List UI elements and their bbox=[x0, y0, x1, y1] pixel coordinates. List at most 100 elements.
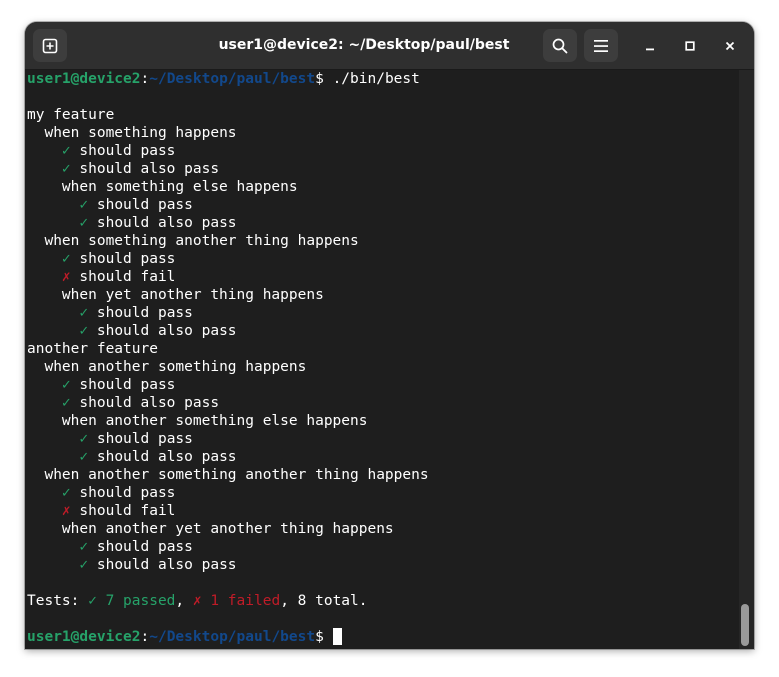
summary-passed: ✓ 7 passed bbox=[88, 593, 176, 609]
output-line-text: should also pass bbox=[70, 161, 220, 177]
prompt-path: ~/Desktop/paul/best bbox=[149, 629, 316, 645]
output-line-text: another feature bbox=[27, 341, 158, 357]
pass-mark-icon: ✓ bbox=[79, 449, 89, 465]
terminal-window: user1@device2: ~/Desktop/paul/best user1… bbox=[25, 22, 754, 649]
output-line: ✓ should also pass bbox=[27, 160, 219, 178]
maximize-icon bbox=[685, 41, 695, 51]
output-line-text: should pass bbox=[70, 377, 176, 393]
output-line-text: when another yet another thing happens bbox=[61, 521, 394, 537]
output-line: ✓ should pass bbox=[27, 484, 176, 502]
minimize-button[interactable] bbox=[637, 33, 663, 59]
command-prompt-line: user1@device2:~/Desktop/paul/best$ ./bin… bbox=[27, 70, 420, 88]
output-line-text: should pass bbox=[88, 305, 193, 321]
window-title: user1@device2: ~/Desktop/paul/best bbox=[218, 37, 510, 53]
output-line: when yet another thing happens bbox=[27, 286, 324, 304]
output-line: ✓ should also pass bbox=[27, 322, 237, 340]
prompt-separator: : bbox=[140, 71, 150, 87]
output-line: when another yet another thing happens bbox=[27, 520, 394, 538]
pass-mark-icon: ✓ bbox=[79, 197, 89, 213]
close-icon bbox=[725, 41, 735, 51]
output-line-text: when another something happens bbox=[44, 359, 307, 375]
output-line: another feature bbox=[27, 340, 158, 358]
maximize-button[interactable] bbox=[677, 33, 703, 59]
prompt-user-host: user1@device2 bbox=[27, 71, 141, 87]
output-line-text: when something happens bbox=[44, 125, 237, 141]
pass-mark-icon: ✓ bbox=[79, 431, 89, 447]
pass-mark-icon: ✓ bbox=[61, 161, 71, 177]
output-line: ✓ should also pass bbox=[27, 556, 237, 574]
pass-mark-icon: ✓ bbox=[79, 557, 89, 573]
new-tab-button[interactable] bbox=[33, 29, 67, 62]
terminal-output[interactable]: user1@device2:~/Desktop/paul/best$ ./bin… bbox=[25, 70, 739, 649]
output-line: ✓ should also pass bbox=[27, 214, 237, 232]
output-line-text: should also pass bbox=[88, 557, 237, 573]
search-icon bbox=[552, 38, 568, 53]
output-line-text: should also pass bbox=[88, 449, 237, 465]
command-text: ./bin/best bbox=[323, 71, 420, 87]
output-line: when another something happens bbox=[27, 358, 306, 376]
output-line-text: my feature bbox=[27, 107, 115, 123]
output-line: my feature bbox=[27, 106, 114, 124]
output-line-text: should fail bbox=[70, 503, 176, 519]
summary-total: , 8 total. bbox=[280, 593, 368, 609]
scrollbar-thumb[interactable] bbox=[741, 604, 749, 646]
search-button[interactable] bbox=[543, 29, 577, 62]
output-line: ✓ should also pass bbox=[27, 394, 219, 412]
pass-mark-icon: ✓ bbox=[61, 251, 71, 267]
output-line: when another something else happens bbox=[27, 412, 368, 430]
output-line: when something happens bbox=[27, 124, 237, 142]
text-cursor bbox=[332, 628, 342, 645]
menu-button[interactable] bbox=[584, 29, 618, 62]
pass-mark-icon: ✓ bbox=[61, 395, 71, 411]
prompt-path: ~/Desktop/paul/best bbox=[149, 71, 316, 87]
pass-mark-icon: ✓ bbox=[79, 305, 89, 321]
output-line-text: should pass bbox=[70, 485, 176, 501]
output-line-text: when something else happens bbox=[61, 179, 298, 195]
output-line: ✓ should pass bbox=[27, 538, 193, 556]
summary-separator: , bbox=[175, 593, 193, 609]
test-summary-line: Tests: ✓ 7 passed, ✗ 1 failed, 8 total. bbox=[27, 592, 368, 610]
pass-mark-icon: ✓ bbox=[79, 323, 89, 339]
active-prompt-line[interactable]: user1@device2:~/Desktop/paul/best$ bbox=[27, 628, 342, 646]
output-line-text: should also pass bbox=[88, 215, 237, 231]
output-line: ✗ should fail bbox=[27, 502, 176, 520]
prompt-separator: : bbox=[140, 629, 150, 645]
output-line-text: should also pass bbox=[88, 323, 237, 339]
output-line-text: should pass bbox=[88, 197, 193, 213]
prompt-user-host: user1@device2 bbox=[27, 629, 141, 645]
pass-mark-icon: ✓ bbox=[79, 539, 89, 555]
output-line-text: should pass bbox=[70, 251, 176, 267]
output-line: when something else happens bbox=[27, 178, 298, 196]
output-line: ✓ should pass bbox=[27, 376, 176, 394]
pass-mark-icon: ✓ bbox=[61, 143, 71, 159]
hamburger-menu-icon bbox=[594, 39, 608, 52]
scrollbar-track[interactable] bbox=[739, 70, 754, 649]
output-line-text: when yet another thing happens bbox=[61, 287, 324, 303]
output-line-text: should also pass bbox=[70, 395, 220, 411]
output-line: ✓ should pass bbox=[27, 142, 176, 160]
new-tab-icon bbox=[42, 38, 58, 53]
prompt-symbol: $ bbox=[315, 629, 324, 645]
title-bar: user1@device2: ~/Desktop/paul/best bbox=[25, 22, 754, 70]
close-button[interactable] bbox=[717, 33, 743, 59]
output-line-text: should pass bbox=[70, 143, 176, 159]
output-line-text: when something another thing happens bbox=[44, 233, 359, 249]
pass-mark-icon: ✓ bbox=[61, 485, 71, 501]
output-line: when another something another thing hap… bbox=[27, 466, 428, 484]
